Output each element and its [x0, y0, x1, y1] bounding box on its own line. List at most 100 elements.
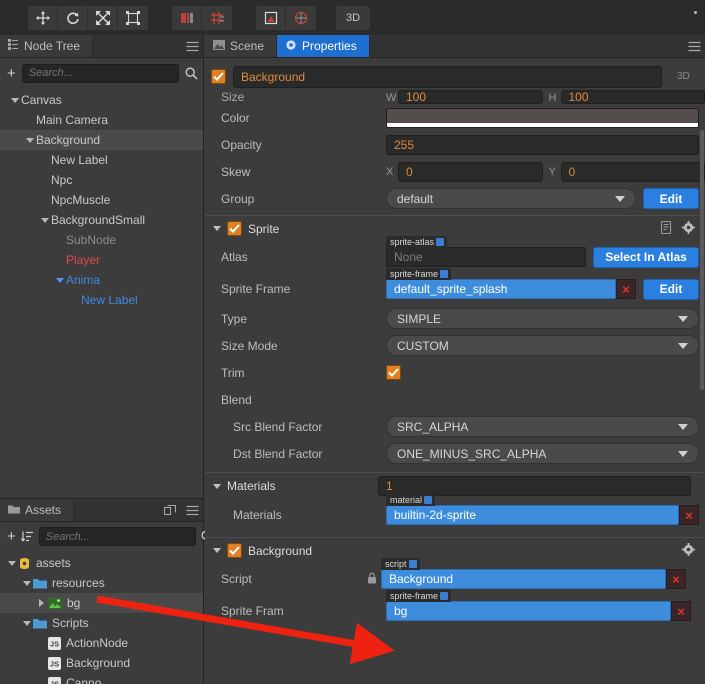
script-label: Script	[221, 572, 252, 586]
group-select[interactable]: default	[386, 188, 636, 209]
sprite-section-header[interactable]: Sprite	[205, 215, 705, 241]
assets-sync-icon[interactable]	[159, 499, 181, 521]
gear-icon[interactable]	[682, 220, 695, 237]
mode-3d-button[interactable]: 3D	[336, 5, 370, 30]
node-search-input[interactable]	[21, 63, 179, 83]
dst-blend-select[interactable]: ONE_MINUS_SRC_ALPHA	[386, 443, 699, 464]
svg-text:JS: JS	[50, 639, 59, 648]
chevron-down-icon[interactable]	[5, 560, 18, 566]
node-name-field[interactable]: Background	[233, 65, 662, 88]
node-tree-item-subnode[interactable]: SubNode	[0, 230, 203, 250]
assets-search-input[interactable]	[38, 527, 196, 546]
script-field[interactable]: Background	[381, 569, 666, 589]
background-section-header[interactable]: Background	[205, 537, 705, 563]
node-tree-item-new-label[interactable]: New Label	[0, 290, 203, 310]
properties-scrollbar[interactable]	[700, 90, 705, 684]
row-atlas: Atlas sprite-atlas None Select In Atlas	[205, 236, 705, 273]
tab-assets[interactable]: Assets	[0, 499, 75, 521]
doc-icon[interactable]	[660, 220, 672, 237]
chevron-right-icon[interactable]	[35, 599, 48, 607]
chevron-down-icon[interactable]	[38, 217, 51, 223]
skew-x-field[interactable]: 0	[398, 161, 543, 182]
script-clear-button[interactable]: ×	[666, 569, 686, 589]
node-tree-item-main-camera[interactable]: Main Camera	[0, 110, 203, 130]
assets-panel: Assets + assets resources bg Scripts JS Actio…	[0, 498, 214, 684]
chevron-down-icon[interactable]	[53, 277, 66, 283]
rect-transform-tool-button[interactable]	[118, 5, 148, 30]
coordinate-toggle-button[interactable]	[202, 5, 232, 30]
sort-icon[interactable]	[20, 530, 34, 543]
snap-toggle-button[interactable]	[286, 5, 316, 30]
asset-item-bg[interactable]: bg	[0, 593, 203, 613]
materials-item-clear-button[interactable]: ×	[679, 505, 699, 525]
scale-tool-button[interactable]	[88, 5, 118, 30]
size-h-field[interactable]: 100	[560, 90, 705, 104]
gear-icon[interactable]	[682, 542, 695, 559]
materials-count-field[interactable]: 1	[378, 476, 691, 496]
assets-menu-icon[interactable]	[181, 499, 203, 521]
asset-item-canno[interactable]: JS Canno	[0, 673, 203, 684]
chevron-down-icon	[678, 450, 688, 457]
materials-section-header[interactable]: Materials 1	[205, 472, 705, 499]
materials-item-label: Materials	[233, 508, 282, 522]
gizmo-toggle-button[interactable]	[256, 5, 286, 30]
materials-title: Materials	[227, 479, 276, 493]
sprite-fram-clear-button[interactable]: ×	[671, 601, 691, 621]
asset-item-resources[interactable]: resources	[0, 573, 203, 593]
node-tree-item-label: New Label	[51, 153, 108, 167]
atlas-field[interactable]: None	[386, 247, 586, 267]
skew-y-field[interactable]: 0	[560, 161, 705, 182]
asset-item-background[interactable]: JS Background	[0, 653, 203, 673]
sprite-enabled-checkbox[interactable]	[227, 221, 242, 236]
node-tree-item-backgroundsmall[interactable]: BackgroundSmall	[0, 210, 203, 230]
move-tool-button[interactable]	[28, 5, 58, 30]
chevron-down-icon[interactable]	[8, 97, 21, 103]
node-tree-item-new-label[interactable]: New Label	[0, 150, 203, 170]
node-tree-item-background[interactable]: Background	[0, 130, 203, 150]
sprite-frame-edit-button[interactable]: Edit	[643, 278, 699, 300]
properties-menu-icon[interactable]	[683, 35, 705, 57]
rotate-tool-button[interactable]	[58, 5, 88, 30]
size-mode-select[interactable]: CUSTOM	[386, 335, 699, 356]
opacity-field[interactable]: 255	[386, 134, 699, 155]
tab-node-tree[interactable]: Node Tree	[0, 35, 94, 57]
node-tree-item-npcmuscle[interactable]: NpcMuscle	[0, 190, 203, 210]
add-node-button[interactable]: +	[7, 66, 16, 81]
search-icon[interactable]	[185, 67, 198, 80]
node-tree-tabbar: Node Tree	[0, 35, 203, 58]
asset-item-label: Scripts	[52, 616, 89, 630]
chevron-down-icon[interactable]	[23, 137, 36, 143]
asset-item-scripts[interactable]: Scripts	[0, 613, 203, 633]
sprite-frame-field[interactable]: default_sprite_splash	[386, 279, 616, 299]
tab-properties-label: Properties	[302, 39, 357, 53]
select-in-atlas-button[interactable]: Select In Atlas	[593, 246, 699, 268]
node-enabled-checkbox[interactable]	[211, 69, 226, 84]
background-enabled-checkbox[interactable]	[227, 543, 242, 558]
chevron-down-icon[interactable]	[20, 620, 33, 626]
src-blend-select[interactable]: SRC_ALPHA	[386, 416, 699, 437]
node-tree-item-player[interactable]: Player	[0, 250, 203, 270]
asset-item-label: Canno	[66, 676, 102, 684]
pivot-toggle-button[interactable]	[172, 5, 202, 30]
sprite-frame-clear-button[interactable]: ×	[616, 279, 636, 299]
tab-properties[interactable]: Properties	[277, 35, 370, 57]
properties-body: Size W 100 H 100 Color Opacity 255 Skew …	[205, 90, 705, 684]
add-asset-button[interactable]: +	[7, 529, 16, 544]
sprite-fram-field[interactable]: bg	[386, 601, 671, 621]
node-tree-item-canvas[interactable]: Canvas	[0, 90, 203, 110]
node-tree-item-npc[interactable]: Npc	[0, 170, 203, 190]
group-edit-button[interactable]: Edit	[643, 188, 699, 209]
asset-item-assets[interactable]: assets	[0, 553, 203, 573]
size-w-field[interactable]: 100	[398, 90, 543, 104]
node-tree-menu-icon[interactable]	[181, 35, 203, 57]
sprite-fram-value: bg	[394, 604, 408, 618]
materials-item-field[interactable]: builtin-2d-sprite	[386, 505, 679, 525]
tab-scene[interactable]: Scene	[205, 35, 278, 57]
node-tree-item-label: Anima	[66, 273, 101, 287]
chevron-down-icon[interactable]	[20, 580, 33, 586]
asset-item-actionnode[interactable]: JS ActionNode	[0, 633, 203, 653]
trim-checkbox[interactable]	[386, 365, 401, 380]
node-tree-item-anima[interactable]: Anima	[0, 270, 203, 290]
color-swatch[interactable]	[386, 107, 699, 128]
type-select[interactable]: SIMPLE	[386, 308, 699, 329]
